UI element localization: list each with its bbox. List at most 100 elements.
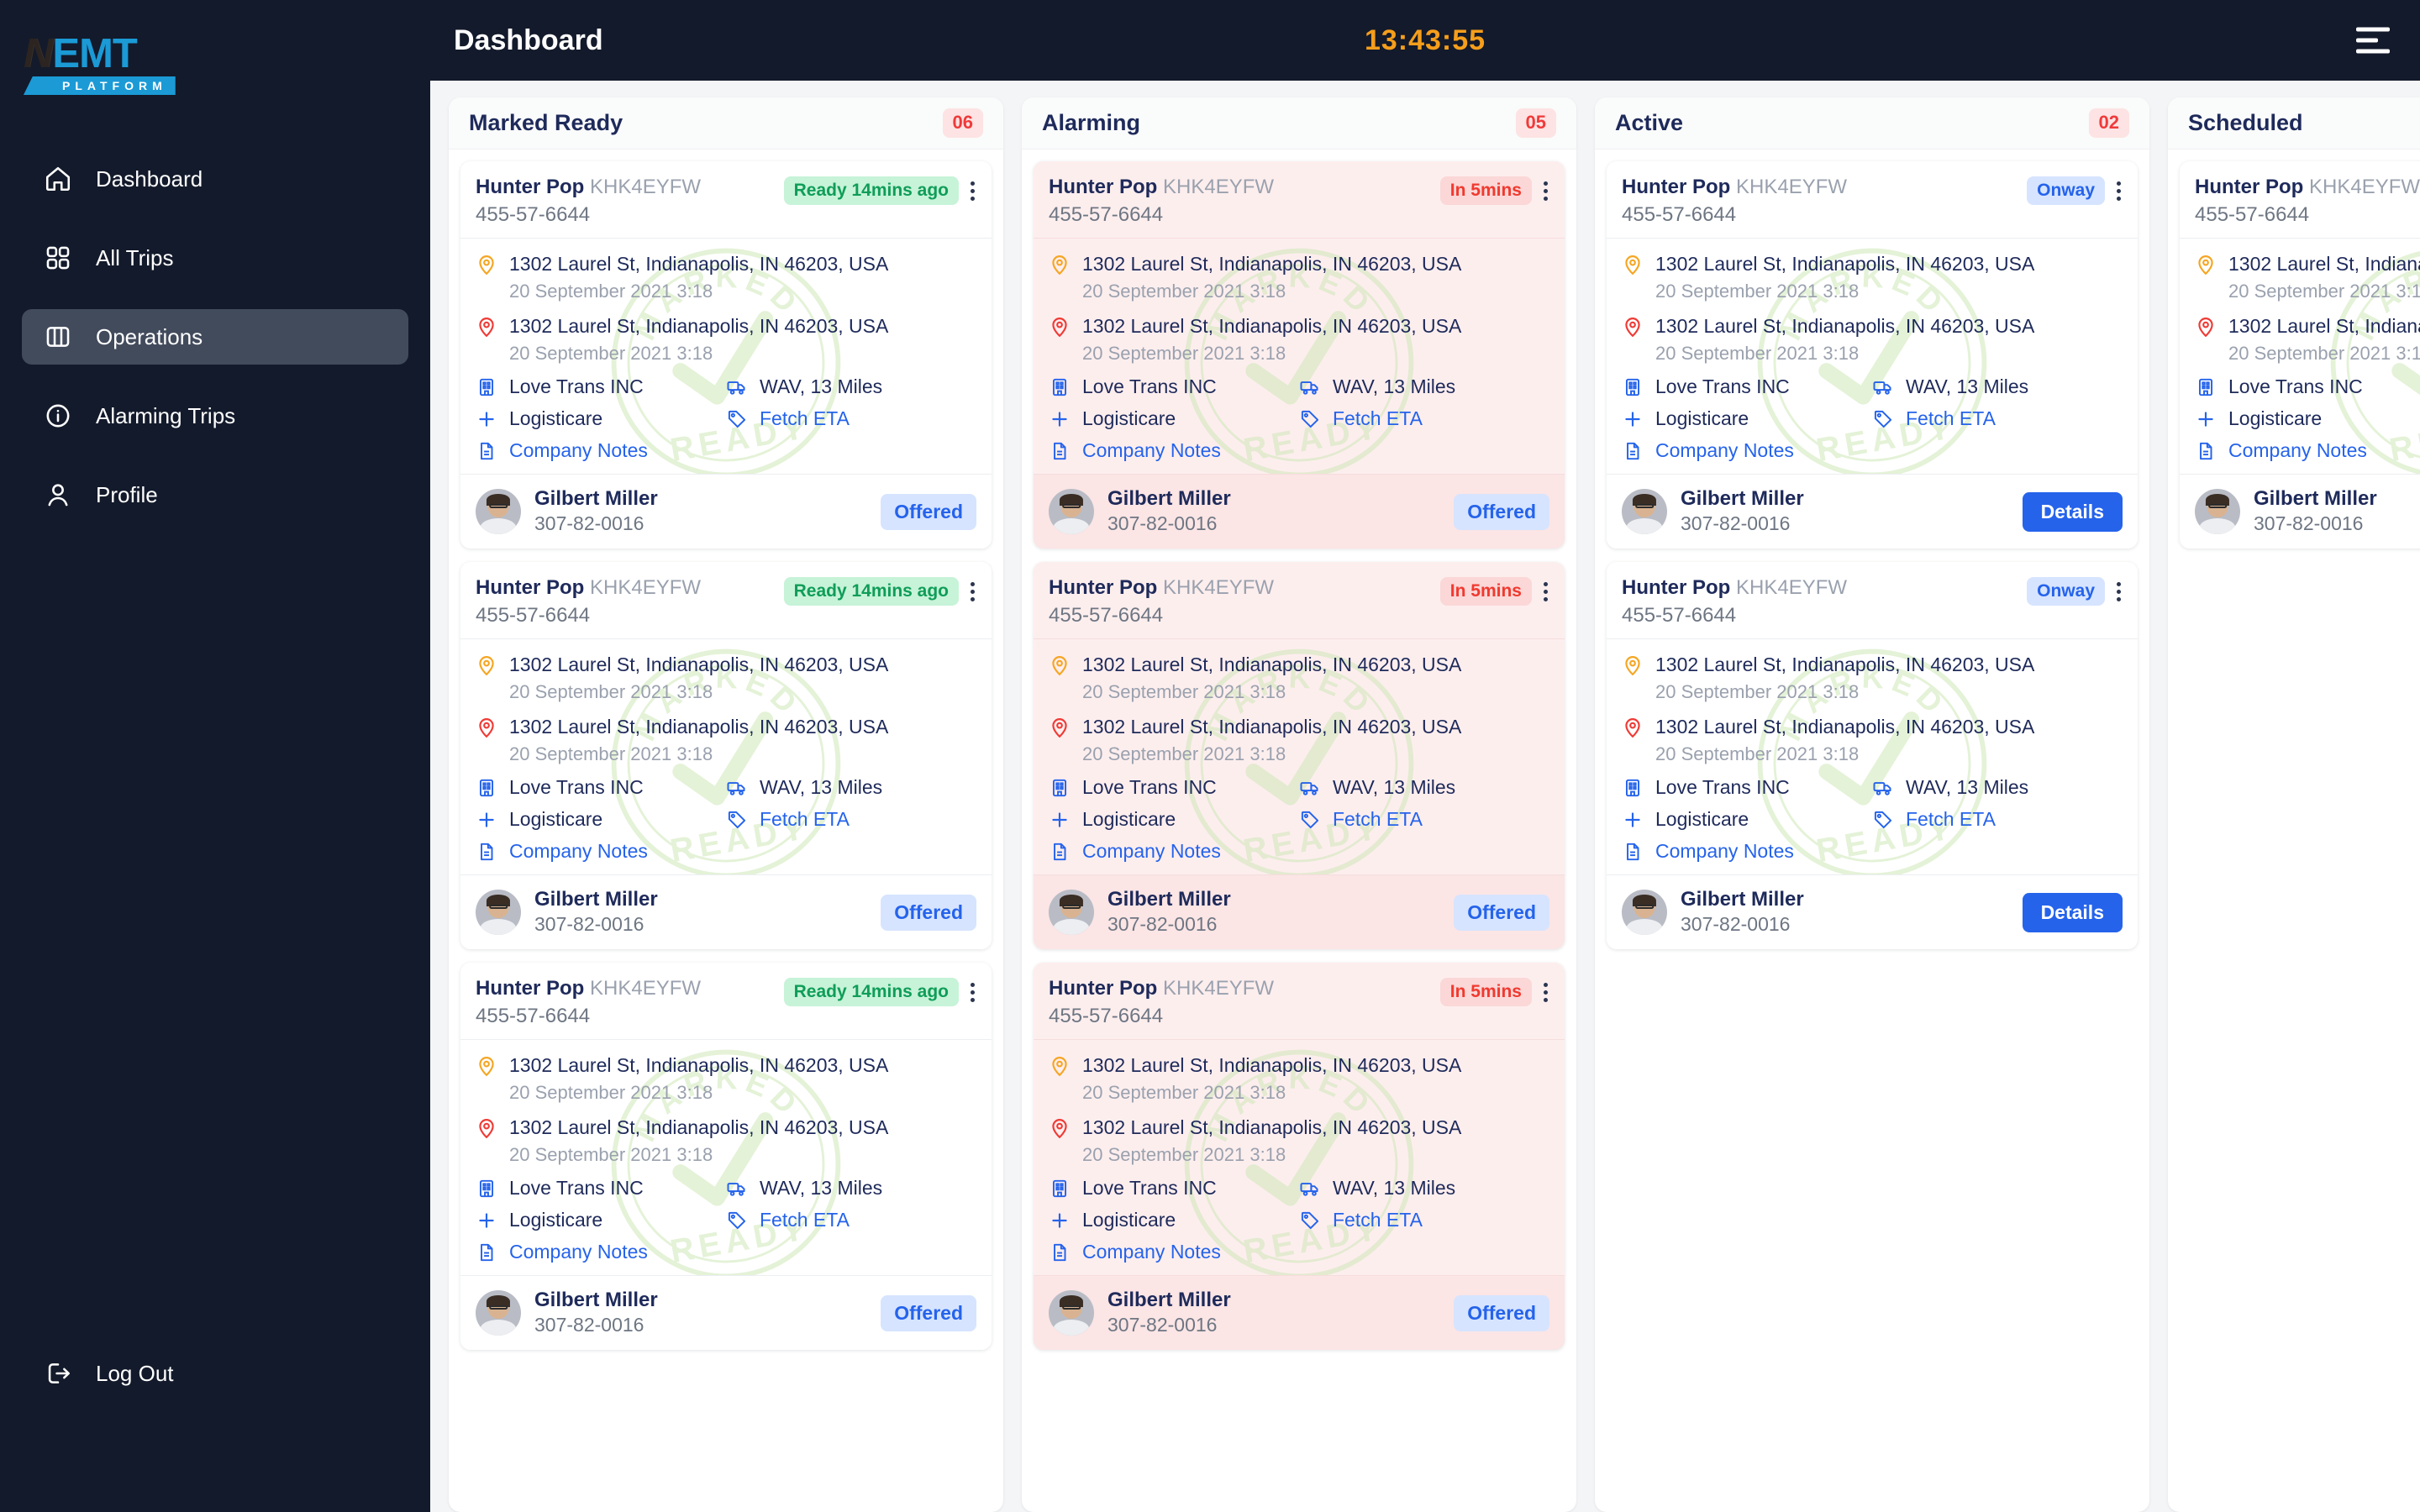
tag-icon <box>726 809 748 831</box>
card-menu-icon[interactable] <box>965 979 980 1005</box>
offered-badge[interactable]: Offered <box>1454 1294 1549 1331</box>
trip-card[interactable]: MARKED READY Hunter Pop KHK4EYFW 455-57-… <box>1034 161 1565 549</box>
passenger-name: Hunter Pop KHK4EYFW <box>1622 576 1848 600</box>
card-footer: Gilbert Miller 307-82-0016 Offered <box>1034 874 1565 950</box>
passenger-phone: 455-57-6644 <box>476 604 591 627</box>
meta-grid: Love Trans INC WAV, 13 Miles Logisticare… <box>1049 776 1549 863</box>
avatar <box>2195 489 2240 535</box>
company-notes-link[interactable]: Company Notes <box>1049 439 1549 462</box>
passenger-name: Hunter Pop KHK4EYFW <box>2195 176 2420 198</box>
dropoff-pin-icon <box>476 1117 497 1139</box>
document-icon <box>1049 440 1071 462</box>
offered-badge[interactable]: Offered <box>1454 493 1549 530</box>
company-item: Love Trans INC <box>476 375 726 398</box>
company-notes-link[interactable]: Company Notes <box>476 840 976 863</box>
pickup-address: 1302 Laurel St, Indianapolis, IN 46203, … <box>509 654 889 676</box>
fetch-eta-link[interactable]: Fetch ETA <box>1299 1209 1549 1231</box>
sidebar-item-profile[interactable]: Profile <box>22 467 408 522</box>
fetch-eta-link[interactable]: Fetch ETA <box>726 1209 976 1231</box>
sidebar-item-label: Operations <box>96 323 203 349</box>
brand-logo[interactable]: N EMT PLATFORM <box>0 0 430 99</box>
status-badge: In 5mins <box>1439 176 1532 205</box>
trip-card[interactable]: MARKED READY Hunter Pop KHK4EYFW 455-57-… <box>460 161 992 549</box>
building-icon <box>1049 777 1071 799</box>
trip-code: KHK4EYFW <box>1163 576 1275 600</box>
card-menu-icon[interactable] <box>965 579 980 605</box>
company-notes-label: Company Notes <box>1655 840 1794 863</box>
card-menu-icon[interactable] <box>1539 979 1553 1005</box>
offered-badge[interactable]: Offered <box>881 493 976 530</box>
passenger-name: Hunter Pop KHK4EYFW <box>476 176 702 198</box>
trip-card[interactable]: MARKED READY Hunter Pop KHK4EYFW 455-57-… <box>460 562 992 950</box>
fetch-eta-link[interactable]: Fetch ETA <box>726 407 976 430</box>
column-header: Scheduled <box>2168 97 2420 150</box>
logo-platform: PLATFORM <box>24 76 176 95</box>
broker-name: Logisticare <box>1082 1209 1176 1231</box>
company-notes-link[interactable]: Company Notes <box>1049 840 1549 863</box>
driver-name: Gilbert Miller <box>534 487 658 511</box>
card-menu-icon[interactable] <box>965 178 980 204</box>
offered-badge[interactable]: Offered <box>881 1294 976 1331</box>
document-icon <box>476 1242 497 1263</box>
pickup-pin-icon <box>1622 254 1644 276</box>
details-button[interactable]: Details <box>2022 892 2123 932</box>
dropoff-pin-icon <box>1049 316 1071 338</box>
company-notes-link[interactable]: Company Notes <box>1622 840 2123 863</box>
trip-card[interactable]: MARKED READY Hunter Pop KHK4EYFW 455-57-… <box>1607 562 2138 950</box>
company-notes-link[interactable]: Company Notes <box>1049 1241 1549 1263</box>
vehicle-item: WAV, 13 Miles <box>1872 375 2123 398</box>
company-item: Love Trans INC <box>1049 1177 1299 1200</box>
trip-card[interactable]: MARKED READY Hunter Pop KHK4EYFW 455-57-… <box>2180 161 2420 549</box>
fetch-eta-link[interactable]: Fetch ETA <box>1299 808 1549 831</box>
card-footer: Gilbert Miller 307-82-0016 <box>2180 474 2420 549</box>
column-count-badge: 06 <box>942 108 983 138</box>
company-notes-label: Company Notes <box>2228 439 2367 462</box>
trip-card[interactable]: MARKED READY Hunter Pop KHK4EYFW 455-57-… <box>1034 963 1565 1351</box>
card-menu-icon[interactable] <box>2112 178 2126 204</box>
main-area: Dashboard 13:43:55 Marked Ready 06 MARKED… <box>430 0 2420 1512</box>
document-icon <box>1049 1242 1071 1263</box>
company-item: Love Trans INC <box>1622 375 1872 398</box>
company-notes-link[interactable]: Company Notes <box>2195 439 2420 462</box>
company-notes-link[interactable]: Company Notes <box>476 1241 976 1263</box>
trip-card[interactable]: MARKED READY Hunter Pop KHK4EYFW 455-57-… <box>460 963 992 1351</box>
trip-card[interactable]: MARKED READY Hunter Pop KHK4EYFW 455-57-… <box>1607 161 2138 549</box>
card-menu-icon[interactable] <box>1539 178 1553 204</box>
vehicle-item: WAV, 13 Miles <box>726 1177 976 1200</box>
sidebar-item-all-trips[interactable]: All Trips <box>22 230 408 286</box>
vehicle-item: WAV, 13 Miles <box>1872 776 2123 799</box>
offered-badge[interactable]: Offered <box>1454 894 1549 931</box>
sidebar-item-alarming-trips[interactable]: Alarming Trips <box>22 388 408 444</box>
building-icon <box>1622 376 1644 398</box>
company-notes-link[interactable]: Company Notes <box>1622 439 2123 462</box>
trip-code: KHK4EYFW <box>590 576 702 600</box>
company-item: Love Trans INC <box>1049 776 1299 799</box>
pickup-pin-icon <box>1049 254 1071 276</box>
card-menu-icon[interactable] <box>1539 579 1553 605</box>
company-notes-label: Company Notes <box>1655 439 1794 462</box>
tag-icon <box>1872 809 1894 831</box>
vehicle-item: WAV, 13 Miles <box>1299 1177 1549 1200</box>
fetch-eta-link[interactable]: Fetch ETA <box>1299 407 1549 430</box>
company-notes-link[interactable]: Company Notes <box>476 439 976 462</box>
sidebar-item-operations[interactable]: Operations <box>22 309 408 365</box>
logout-label: Log Out <box>96 1360 174 1386</box>
hamburger-icon[interactable] <box>2356 27 2390 54</box>
pickup-address: 1302 Laurel St, Indianapolis, IN 46203, … <box>1655 654 2035 676</box>
meta-grid: Love Trans INC WAV, 13 Miles Logisticare… <box>1622 375 2123 462</box>
status-badge: Ready 14mins ago <box>783 176 959 205</box>
fetch-eta-link[interactable]: Fetch ETA <box>1872 808 2123 831</box>
card-menu-icon[interactable] <box>2112 579 2126 605</box>
details-button[interactable]: Details <box>2022 491 2123 532</box>
trip-code: KHK4EYFW <box>1736 576 1848 600</box>
dropoff-address: 1302 Laurel St, Indianapolis, IN 46203, … <box>1082 715 1462 738</box>
logout-button[interactable]: Log Out <box>22 1359 196 1388</box>
dropoff-address: 1302 Laurel St, Indianapolis, IN 46203, … <box>2228 314 2420 337</box>
fetch-eta-link[interactable]: Fetch ETA <box>726 808 976 831</box>
truck-icon <box>1299 777 1321 799</box>
pickup-row: 1302 Laurel St, Indianapolis, IN 46203, … <box>1049 252 1549 303</box>
fetch-eta-link[interactable]: Fetch ETA <box>1872 407 2123 430</box>
sidebar-item-dashboard[interactable]: Dashboard <box>22 151 408 207</box>
trip-card[interactable]: MARKED READY Hunter Pop KHK4EYFW 455-57-… <box>1034 562 1565 950</box>
offered-badge[interactable]: Offered <box>881 894 976 931</box>
